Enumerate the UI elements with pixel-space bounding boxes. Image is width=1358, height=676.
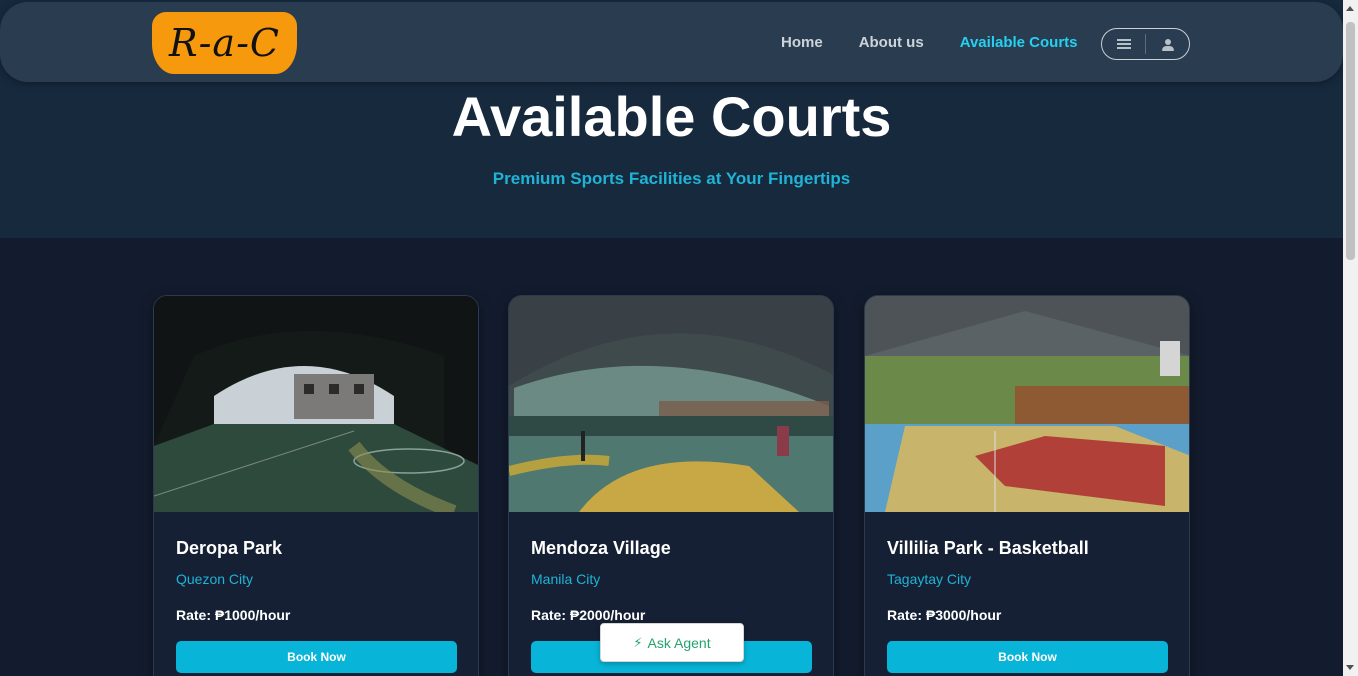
- bolt-icon: ⚡︎: [633, 634, 643, 650]
- top-navbar: R-a-C Home About us Available Courts: [0, 2, 1343, 82]
- vertical-scrollbar[interactable]: [1343, 0, 1358, 676]
- court-card: Villilia Park - Basketball Tagaytay City…: [864, 295, 1190, 676]
- court-name: Mendoza Village: [531, 538, 671, 558]
- scroll-up-arrow-icon[interactable]: [1346, 6, 1354, 11]
- nav-links: Home About us Available Courts: [781, 34, 1114, 51]
- scroll-thumb[interactable]: [1346, 22, 1355, 260]
- user-menu-toggle[interactable]: [1101, 28, 1190, 60]
- nav-about-us[interactable]: About us: [859, 34, 924, 51]
- ask-agent-button[interactable]: ⚡︎ Ask Agent: [600, 623, 744, 662]
- court-photo: [509, 296, 833, 512]
- court-name: Villilia Park - Basketball: [887, 538, 1089, 558]
- court-city: Tagaytay City: [887, 571, 972, 587]
- page-subtitle: Premium Sports Facilities at Your Finger…: [492, 169, 851, 188]
- scroll-down-arrow-icon[interactable]: [1346, 665, 1354, 670]
- page-title: Available Courts: [451, 85, 892, 148]
- court-card: Deropa Park Quezon City Rate: ₱1000/hour…: [153, 295, 479, 676]
- court-card: Mendoza Village Manila City Rate: ₱2000/…: [508, 295, 834, 676]
- user-icon[interactable]: [1146, 29, 1189, 59]
- logo-text: R-a-C: [168, 21, 281, 65]
- book-now-button[interactable]: Book Now: [176, 641, 457, 673]
- menu-icon[interactable]: [1102, 29, 1145, 59]
- court-rate: Rate: ₱2000/hour: [531, 607, 646, 623]
- court-photo: [154, 296, 478, 512]
- brand-logo[interactable]: R-a-C: [152, 12, 297, 74]
- court-city: Quezon City: [176, 571, 254, 587]
- court-rate: Rate: ₱3000/hour: [887, 607, 1002, 623]
- nav-home[interactable]: Home: [781, 34, 823, 51]
- nav-available-courts[interactable]: Available Courts: [960, 34, 1078, 51]
- court-photo: [865, 296, 1189, 512]
- court-rate: Rate: ₱1000/hour: [176, 607, 291, 623]
- book-now-button[interactable]: Book Now: [887, 641, 1168, 673]
- court-city: Manila City: [531, 571, 601, 587]
- court-name: Deropa Park: [176, 538, 283, 558]
- ask-agent-label: Ask Agent: [647, 634, 711, 651]
